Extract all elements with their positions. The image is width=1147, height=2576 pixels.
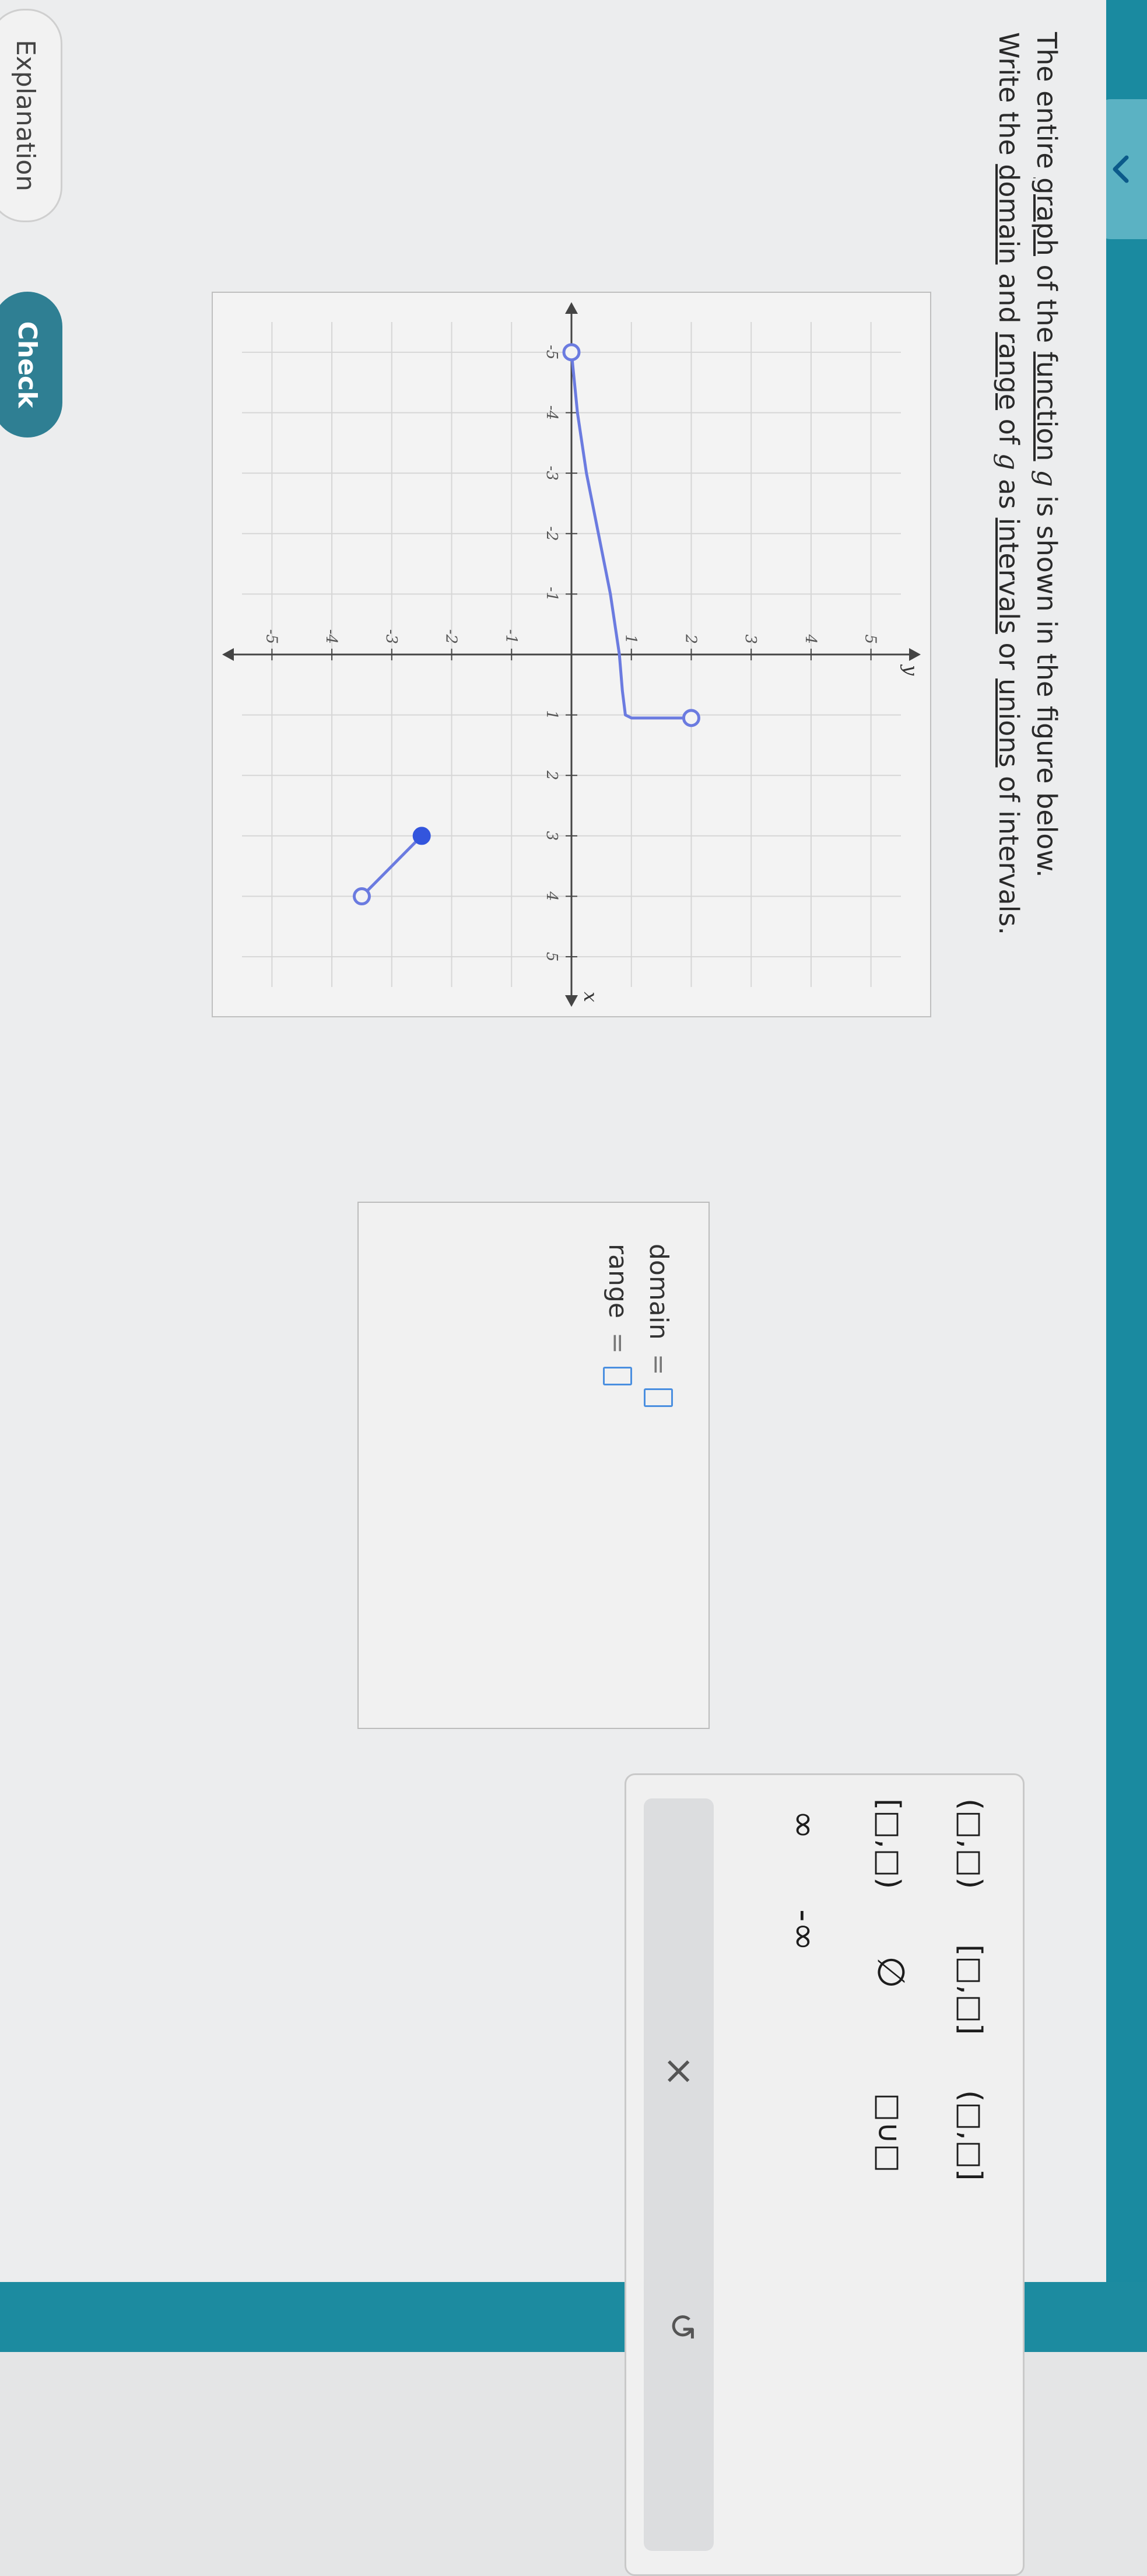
empty-set-button[interactable]: ∅ <box>869 1956 912 1989</box>
function-graph: -5 -4 -3 -2 -1 1 2 3 4 5 5 4 3 2 1 -1 -2 -3 -4 -5 x y <box>222 302 922 1007</box>
y-tick-label: -1 <box>502 629 520 644</box>
closed-endpoint <box>412 827 431 845</box>
y-tick-label: 1 <box>622 634 640 644</box>
x-tick-label: -3 <box>543 466 560 480</box>
half-open-left-closed-button[interactable]: [□,□) <box>871 1798 906 1889</box>
open-interval-button[interactable]: (□,□) <box>953 1798 988 1889</box>
union-button[interactable]: □∪□ <box>871 2093 906 2172</box>
domain-equals: = <box>644 1353 674 1376</box>
x-tick-label: -2 <box>543 526 560 541</box>
palette-action-bar: × ↺ <box>644 1798 714 2551</box>
domain-row: domain = <box>644 1244 674 1407</box>
chevron-down-icon <box>1113 155 1129 183</box>
clear-icon[interactable]: × <box>657 2055 702 2087</box>
y-tick-label: -5 <box>262 629 280 644</box>
infinity-button[interactable]: ∞ <box>784 1810 825 1839</box>
x-tick-label: -4 <box>543 405 560 420</box>
y-axis-arrow-up <box>909 648 921 661</box>
graph-link[interactable]: graph <box>1031 177 1062 256</box>
domain-label: domain <box>644 1244 674 1340</box>
range-label: range <box>603 1244 633 1318</box>
y-axis-arrow-down <box>222 648 234 661</box>
y-tick-label: 3 <box>742 634 759 644</box>
closed-interval-button[interactable]: [□,□] <box>953 1944 988 2035</box>
x-tick-label: -5 <box>543 345 560 359</box>
x-tick-label: 2 <box>543 770 560 780</box>
question-line-2: Write the domain and range of g as inter… <box>993 32 1025 936</box>
check-button[interactable]: Check <box>0 292 62 438</box>
negative-infinity-button[interactable]: -∞ <box>784 1909 825 1951</box>
top-accent-bar <box>1106 0 1147 2352</box>
answer-box: domain = range = <box>357 1202 710 1729</box>
math-palette: (□,□) [□,□] (□,□] [□,□) ∅ □∪□ ∞ -∞ × ↺ <box>625 1773 1025 2576</box>
x-tick-label: 4 <box>543 891 560 901</box>
y-tick-label: -3 <box>383 629 400 644</box>
x-tick-label: 5 <box>543 952 560 962</box>
open-endpoint <box>682 709 700 727</box>
graph-figure: -5 -4 -3 -2 -1 1 2 3 4 5 5 4 3 2 1 -1 -2 -3 -4 -5 x y <box>212 292 931 1017</box>
y-tick-label: 4 <box>802 634 819 644</box>
domain-link[interactable]: domain <box>993 164 1025 264</box>
y-tick-label: -2 <box>443 629 460 644</box>
function-link[interactable]: function <box>1031 352 1062 461</box>
range-input[interactable] <box>603 1366 633 1385</box>
content-panel: The entire graph of the function g is sh… <box>0 0 1106 2576</box>
x-axis-arrow-left <box>565 302 578 314</box>
explanation-button[interactable]: Explanation <box>0 9 62 222</box>
undo-icon[interactable]: ↺ <box>661 2312 702 2341</box>
x-axis-label: x <box>580 992 602 1002</box>
y-tick-label: 2 <box>682 634 699 644</box>
range-equals: = <box>603 1332 633 1354</box>
range-row: range = <box>603 1244 633 1385</box>
y-tick-label: 5 <box>862 634 879 644</box>
stage: The entire graph of the function g is sh… <box>0 0 1147 2576</box>
y-tick-label: -4 <box>322 629 340 644</box>
unions-link[interactable]: unions <box>993 678 1025 767</box>
half-open-right-closed-button[interactable]: (□,□] <box>953 2090 988 2180</box>
x-tick-label: -1 <box>543 587 560 601</box>
x-tick-label: 1 <box>543 710 560 720</box>
domain-input[interactable] <box>644 1388 674 1407</box>
open-endpoint <box>352 887 371 906</box>
open-endpoint <box>562 343 581 362</box>
y-axis-label: y <box>900 664 922 676</box>
intervals-link[interactable]: intervals <box>993 517 1025 634</box>
range-link[interactable]: range <box>993 332 1025 410</box>
question-line-1: The entire graph of the function g is sh… <box>1031 32 1062 878</box>
x-axis-arrow-right <box>565 995 578 1007</box>
x-tick-label: 3 <box>543 831 560 841</box>
